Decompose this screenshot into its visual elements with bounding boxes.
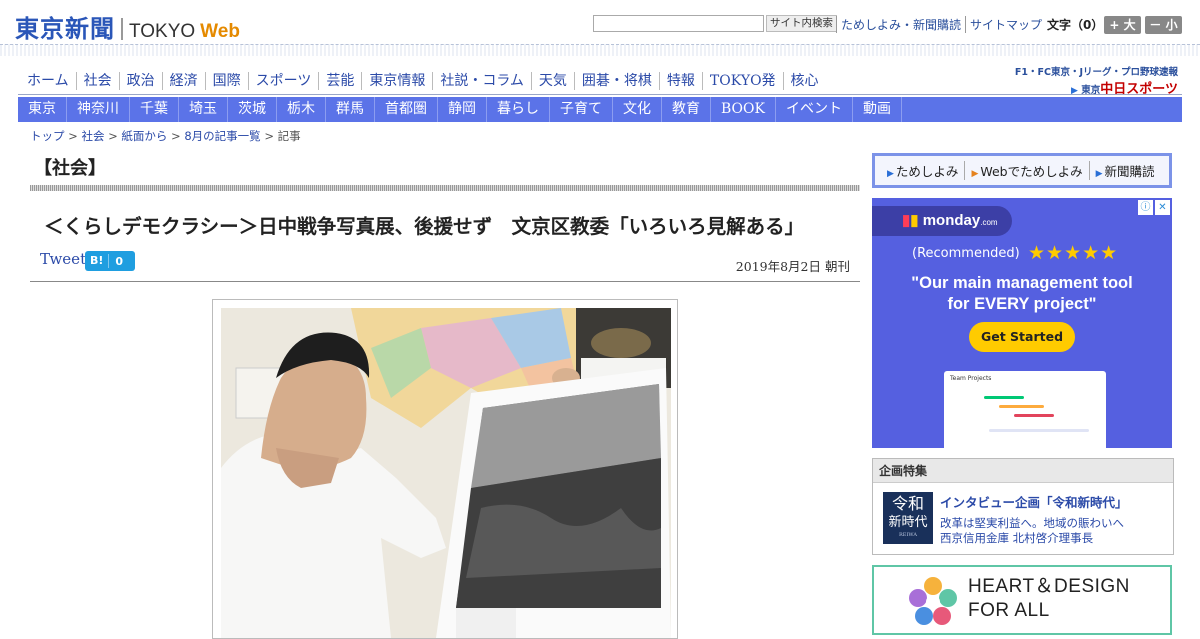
category-culture[interactable]: 文化: [613, 97, 662, 122]
photo-illustration: [221, 308, 671, 638]
font-size-label: 文字（0）: [1047, 18, 1104, 32]
feature-header: 企画特集: [873, 459, 1173, 483]
search-button[interactable]: サイト内検索: [766, 15, 837, 32]
nav-item-entertainment[interactable]: 芸能: [318, 72, 361, 90]
sitemap-link[interactable]: サイトマップ: [965, 16, 1046, 33]
ad-close-icon[interactable]: ✕: [1155, 200, 1170, 215]
sports-banner-tagline: F1・FC東京・Jリーグ・プロ野球速報: [1014, 67, 1178, 78]
region-tokyo[interactable]: 東京: [18, 97, 67, 122]
subscription-links-box: ▶ ためしよみ ▶ Webでためしよみ ▶ 新聞購読: [872, 153, 1172, 188]
ad-get-started-button[interactable]: Get Started: [969, 322, 1075, 352]
article-photo[interactable]: [221, 308, 671, 638]
regional-nav: 東京 神奈川 千葉 埼玉 茨城 栃木 群馬 首都圏 静岡 暮らし 子育て 文化 …: [18, 97, 1182, 122]
hatena-bookmark-button[interactable]: B! 0: [85, 251, 135, 271]
reiwa-badge-image[interactable]: 令和 新時代 REIWA: [883, 492, 933, 544]
article-photo-frame: [212, 299, 678, 639]
nav-item-editorial[interactable]: 社説・コラム: [432, 72, 531, 90]
region-shutoken[interactable]: 首都圏: [375, 97, 438, 122]
region-shizuoka[interactable]: 静岡: [438, 97, 487, 122]
arrow-icon: ▶: [887, 169, 894, 179]
nav-item-go-shogi[interactable]: 囲碁・将棋: [573, 72, 659, 90]
ad-mock-bar: [1014, 414, 1054, 417]
category-book[interactable]: BOOK: [711, 97, 776, 122]
heart-design-banner[interactable]: HEART＆DESIGN FOR ALL: [872, 565, 1172, 635]
hatena-count: 0: [115, 254, 124, 268]
breadcrumb-current: 記事: [277, 129, 301, 143]
nav-item-tokyo-hatsu[interactable]: TOKYO発: [701, 72, 783, 90]
font-smaller-button[interactable]: － 小: [1145, 16, 1182, 34]
nav-item-society[interactable]: 社会: [75, 72, 119, 90]
category-education[interactable]: 教育: [662, 97, 711, 122]
nav-item-kakushin[interactable]: 核心: [782, 72, 826, 90]
hatena-icon: B!: [85, 254, 110, 268]
nav-item-tokyo-info[interactable]: 東京情報: [361, 72, 432, 90]
region-kanagawa[interactable]: 神奈川: [67, 97, 130, 122]
ad-headline: "Our main management tool for EVERY proj…: [911, 274, 1133, 313]
nav-item-economy[interactable]: 経済: [161, 72, 205, 90]
trial-subscribe-link[interactable]: ためしよみ・新聞購読: [836, 16, 965, 33]
category-living[interactable]: 暮らし: [487, 97, 550, 122]
breadcrumb-society[interactable]: 社会: [81, 129, 104, 143]
chunichi-sports-banner[interactable]: F1・FC東京・Jリーグ・プロ野球速報 ▶ 東京中日スポーツ: [1000, 64, 1178, 97]
section-title: 【社会】: [34, 158, 106, 179]
logo-en-tokyo: TOKYO: [129, 21, 196, 42]
ad-rating-stars: ★★★★★: [1028, 242, 1119, 264]
feature-box: 企画特集 令和 新時代 REIWA インタビュー企画「令和新時代」 改革は堅実利…: [872, 458, 1174, 555]
header-links: ためしよみ・新聞購読 サイトマップ: [836, 16, 1046, 33]
feature-summary[interactable]: 改革は堅実利益へ。地域の賑わいへ 西京信用金庫 北村啓介理事長: [940, 516, 1124, 546]
section-rule: [30, 185, 860, 191]
ad-mock-bar: [989, 429, 1089, 432]
nav-item-weather[interactable]: 天気: [530, 72, 574, 90]
header-divider: [0, 44, 1200, 56]
ad-mock-bar: [984, 396, 1024, 399]
site-header: 東京新聞 TOKYO Web サイト内検索 ためしよみ・新聞購読 サイトマップ …: [0, 0, 1200, 46]
region-chiba[interactable]: 千葉: [130, 97, 179, 122]
heart-design-text: HEART＆DESIGN FOR ALL: [968, 576, 1130, 621]
arrow-icon: ▶: [1095, 169, 1103, 179]
breadcrumb: トップ > 社会 > 紙面から > 8月の記事一覧 > 記事: [30, 129, 301, 143]
nav-item-world[interactable]: 国際: [204, 72, 248, 90]
arrow-icon: ▶: [971, 169, 979, 179]
ad-mock-bar: [999, 405, 1044, 408]
monday-ad-banner[interactable]: ⓘ ✕ ▮▮ monday.com (Recommended) ★★★★★ "O…: [872, 198, 1172, 448]
nav-item-home[interactable]: ホーム: [20, 72, 76, 90]
logo-jp: 東京新聞: [15, 14, 115, 43]
region-gunma[interactable]: 群馬: [326, 97, 375, 122]
article-headline: ＜くらしデモクラシー＞日中戦争写真展、後援せず 文京区教委「いろいろ見解ある」: [44, 215, 805, 238]
nav-item-tokuho[interactable]: 特報: [658, 72, 702, 90]
ad-product-screenshot: Team Projects: [944, 371, 1106, 448]
site-logo[interactable]: 東京新聞 TOKYO Web: [15, 9, 240, 44]
logo-separator: [121, 18, 123, 40]
heart-design-logo-icon: [909, 577, 957, 625]
category-video[interactable]: 動画: [853, 97, 902, 122]
breadcrumb-top[interactable]: トップ: [30, 129, 65, 143]
article-rule: [30, 281, 860, 282]
feature-title-link[interactable]: インタビュー企画「令和新時代」: [940, 492, 1128, 511]
region-saitama[interactable]: 埼玉: [179, 97, 228, 122]
region-ibaraki[interactable]: 茨城: [228, 97, 277, 122]
trial-read-link[interactable]: ▶ ためしよみ: [881, 161, 966, 180]
search-input[interactable]: [593, 15, 764, 32]
adchoices-icon[interactable]: ⓘ: [1138, 200, 1153, 215]
logo-en-web: Web: [200, 21, 240, 42]
breadcrumb-print[interactable]: 紙面から: [121, 129, 167, 143]
nav-item-sports[interactable]: スポーツ: [247, 72, 319, 90]
category-parenting[interactable]: 子育て: [550, 97, 613, 122]
category-event[interactable]: イベント: [776, 97, 853, 122]
primary-nav-divider: [18, 94, 1182, 95]
monday-logo-icon-2: ▮: [910, 212, 919, 229]
subscribe-link[interactable]: ▶ 新聞購読: [1090, 161, 1161, 180]
web-trial-link[interactable]: ▶ Webでためしよみ: [965, 161, 1090, 180]
tweet-button[interactable]: Tweet: [40, 250, 86, 268]
font-larger-button[interactable]: + 大: [1104, 16, 1141, 34]
ad-brand: ▮▮ monday.com: [902, 212, 998, 229]
region-tochigi[interactable]: 栃木: [277, 97, 326, 122]
breadcrumb-august-list[interactable]: 8月の記事一覧: [184, 129, 260, 143]
primary-nav: ホーム 社会 政治 経済 国際 スポーツ 芸能 東京情報 社説・コラム 天気 囲…: [20, 72, 826, 90]
nav-item-politics[interactable]: 政治: [118, 72, 162, 90]
ad-recommended: (Recommended): [912, 246, 1020, 261]
article-date: 2019年8月2日 朝刊: [735, 259, 850, 274]
ad-controls: ⓘ ✕: [1138, 200, 1170, 215]
